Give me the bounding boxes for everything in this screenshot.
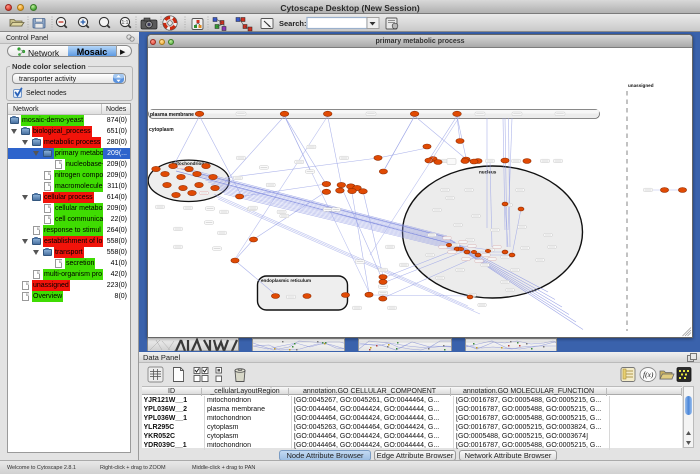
- svg-text:1:1: 1:1: [122, 20, 129, 26]
- svg-text:cytoplasm: cytoplasm: [149, 127, 174, 133]
- svg-text:plasma membrane: plasma membrane: [150, 112, 194, 118]
- svg-text:f(x): f(x): [643, 370, 654, 379]
- svg-text:endoplasmic reticulum: endoplasmic reticulum: [261, 278, 311, 283]
- svg-text:unassigned: unassigned: [628, 83, 654, 88]
- svg-text:Search:: Search:: [279, 19, 307, 28]
- svg-text:nucleus: nucleus: [479, 170, 497, 175]
